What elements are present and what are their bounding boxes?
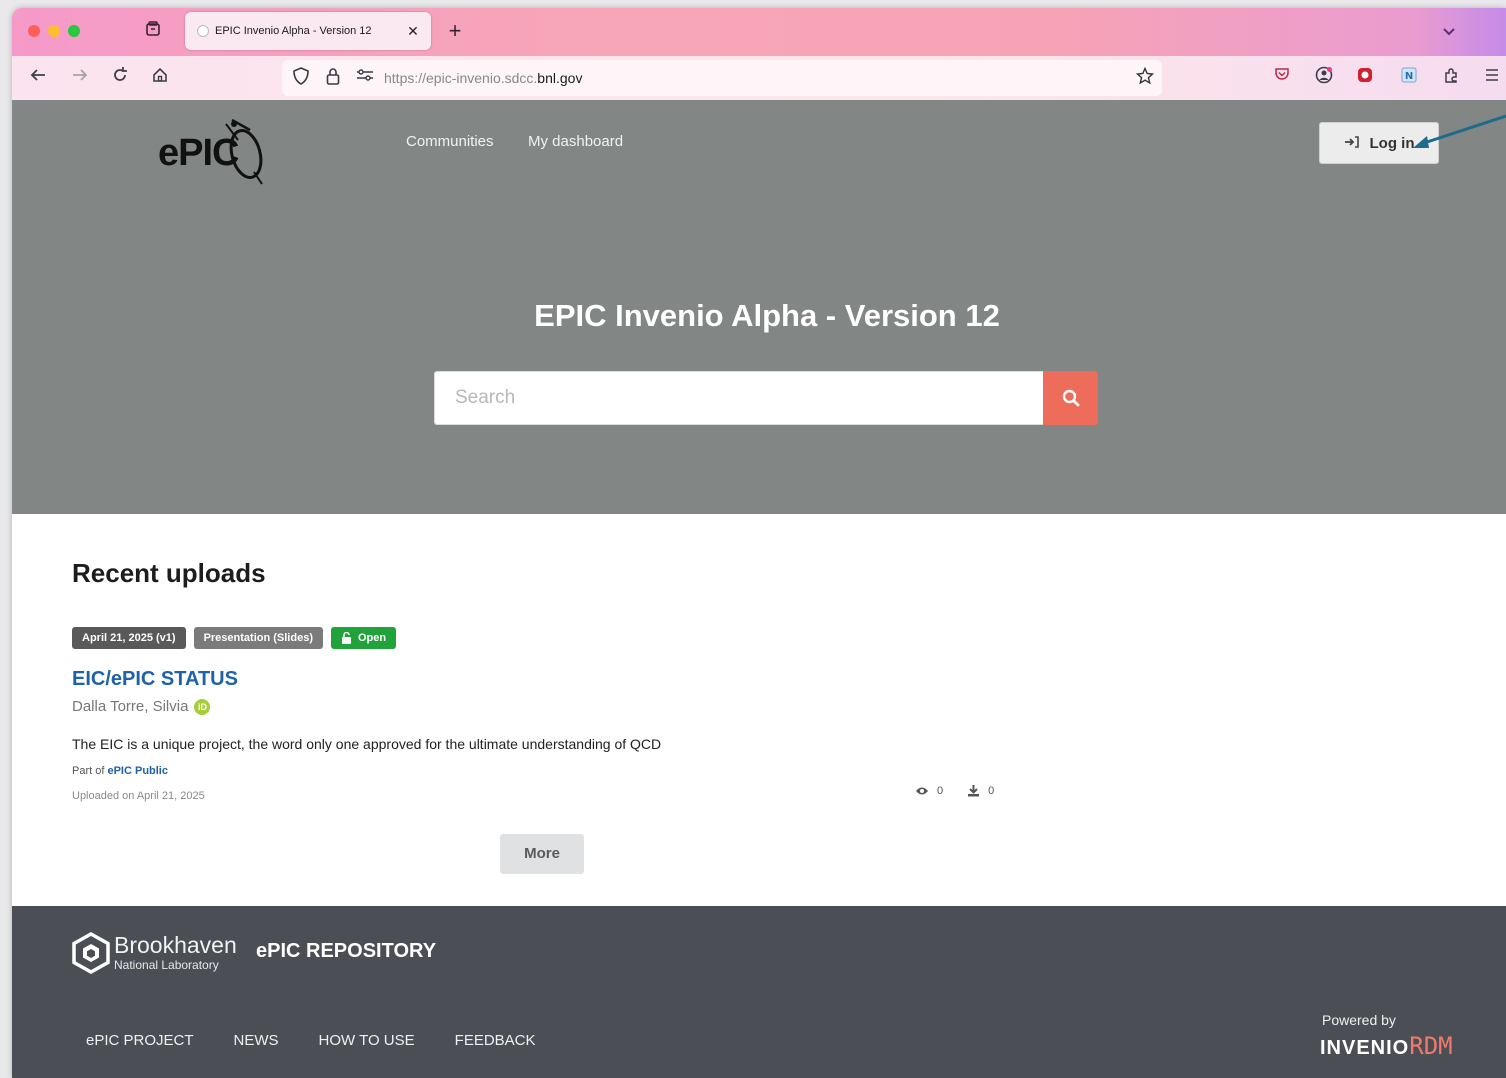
invenio-text: INVENIO (1320, 1037, 1410, 1059)
download-icon (968, 785, 980, 797)
lock-icon[interactable] (322, 67, 344, 89)
orcid-icon[interactable]: iD (194, 698, 211, 715)
site-footer: Brookhaven National Laboratory ePIC REPO… (12, 906, 1506, 1078)
minimize-window-button[interactable] (48, 25, 60, 37)
window-controls (28, 25, 80, 37)
menu-hamburger-icon[interactable] (1480, 66, 1504, 90)
close-window-button[interactable] (28, 25, 40, 37)
address-bar[interactable]: https://epic-invenio.sdcc.bnl.gov (282, 60, 1162, 96)
repository-name: ePIC REPOSITORY (256, 940, 437, 962)
home-icon[interactable] (148, 66, 172, 90)
powered-by-label: Powered by (1322, 1012, 1396, 1028)
hero-title: EPIC Invenio Alpha - Version 12 (534, 298, 1000, 333)
unlock-icon (341, 632, 351, 644)
search-input[interactable] (434, 371, 1043, 425)
record-badges: April 21, 2025 (v1) Presentation (Slides… (72, 627, 397, 649)
footer-links: ePIC PROJECT NEWS HOW TO USE FEEDBACK (86, 1032, 536, 1049)
record-part-of: Part of ePIC Public (72, 765, 168, 777)
new-tab-button[interactable]: + (444, 18, 466, 44)
part-of-prefix: Part of (72, 765, 105, 777)
brookhaven-subtitle: National Laboratory (114, 958, 219, 972)
eye-icon (916, 787, 928, 794)
record-stats: 0 0 (915, 784, 994, 797)
tab-close-icon[interactable]: ✕ (405, 23, 421, 40)
pocket-icon[interactable] (1270, 66, 1294, 90)
record-title-link[interactable]: EIC/ePIC STATUS (72, 668, 238, 691)
reload-icon[interactable] (108, 66, 132, 90)
browser-tab-active[interactable]: EPIC Invenio Alpha - Version 12 ✕ (185, 12, 431, 50)
account-icon[interactable] (1312, 66, 1336, 90)
permissions-icon[interactable] (354, 67, 376, 89)
tab-title: EPIC Invenio Alpha - Version 12 (215, 25, 372, 37)
footer-link-news[interactable]: NEWS (234, 1032, 279, 1049)
downloads-count: 0 (988, 784, 995, 797)
browser-window: EPIC Invenio Alpha - Version 12 ✕ + http… (12, 8, 1506, 1078)
nav-communities[interactable]: Communities (406, 133, 494, 150)
downloads-stat: 0 (967, 784, 994, 797)
inveniordm-logo[interactable]: INVENIORDM (1320, 1032, 1453, 1060)
search-bar (434, 371, 1098, 425)
more-button[interactable]: More (500, 834, 584, 874)
hero-banner: ePIC Communities My dashboard Log in EPI… (12, 100, 1506, 514)
url-prefix: https://epic-invenio.sdcc. (384, 70, 538, 86)
rdm-text: RDM (1409, 1032, 1453, 1060)
nav-my-dashboard[interactable]: My dashboard (528, 133, 623, 150)
tab-favicon-icon (197, 25, 209, 37)
site-logo[interactable]: ePIC (158, 118, 268, 186)
footer-link-epic-project[interactable]: ePIC PROJECT (86, 1032, 194, 1049)
forward-arrow-icon[interactable] (68, 66, 92, 90)
views-count: 0 (937, 784, 944, 797)
record-description: The EIC is a unique project, the word on… (72, 736, 662, 752)
browser-tab-bar: EPIC Invenio Alpha - Version 12 ✕ + (12, 8, 1506, 56)
access-status-badge: Open (330, 627, 397, 649)
maximize-window-button[interactable] (68, 25, 80, 37)
list-all-tabs-icon[interactable] (1436, 20, 1462, 44)
tracking-protection-shield-icon[interactable] (290, 67, 312, 89)
record-author-name[interactable]: Dalla Torre, Silvia (72, 698, 188, 715)
date-badge: April 21, 2025 (v1) (72, 627, 186, 649)
access-status-label: Open (357, 632, 387, 644)
search-button[interactable] (1043, 371, 1098, 425)
resource-type-badge: Presentation (Slides) (193, 627, 323, 649)
back-arrow-icon[interactable] (26, 66, 50, 90)
url-text[interactable]: https://epic-invenio.sdcc.bnl.gov (384, 70, 582, 86)
record-uploaded-date: Uploaded on April 21, 2025 (72, 790, 205, 802)
sign-in-icon (1344, 135, 1360, 152)
logo-detector-icon (225, 118, 263, 185)
svg-text:N: N (1405, 71, 1413, 82)
annotation-arrow-icon (1413, 114, 1506, 148)
extensions-puzzle-icon[interactable] (1440, 66, 1464, 90)
extension-red-icon[interactable] (1353, 66, 1377, 90)
extension-grid-icon[interactable]: N (1397, 66, 1421, 90)
brookhaven-name: Brookhaven (114, 932, 237, 958)
bookmark-star-icon[interactable] (1134, 66, 1156, 89)
record-author: Dalla Torre, Silvia iD (72, 698, 211, 715)
views-stat: 0 (915, 784, 943, 797)
search-icon (1062, 389, 1079, 407)
brookhaven-logo-icon[interactable] (70, 932, 112, 974)
recent-uploads-heading: Recent uploads (72, 558, 266, 588)
tab-groups-icon[interactable] (142, 20, 164, 42)
community-link[interactable]: ePIC Public (107, 765, 168, 777)
footer-link-feedback[interactable]: FEEDBACK (455, 1032, 536, 1049)
browser-nav-bar: https://epic-invenio.sdcc.bnl.gov N (12, 56, 1506, 100)
url-domain: bnl.gov (537, 70, 583, 86)
footer-link-how-to-use[interactable]: HOW TO USE (319, 1032, 415, 1049)
